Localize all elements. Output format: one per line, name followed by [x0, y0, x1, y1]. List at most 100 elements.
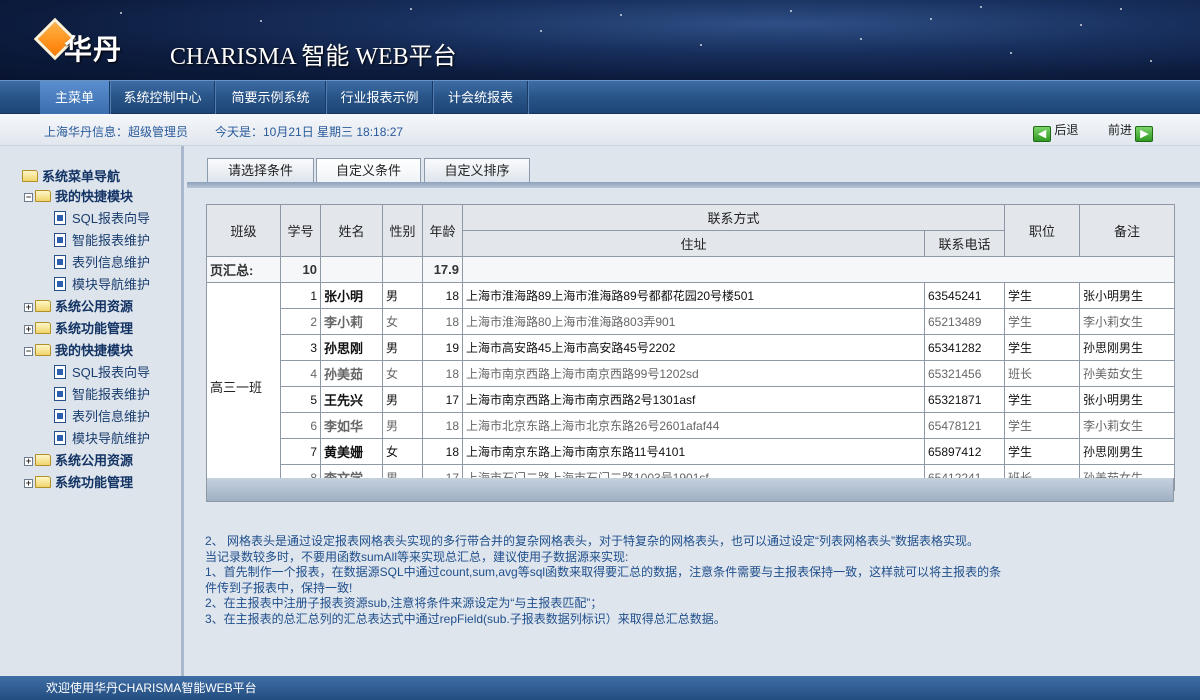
sidebar-item-label: 模块导航维护: [72, 277, 151, 292]
sidebar-item-group[interactable]: + 系统功能管理: [24, 319, 133, 339]
cell-age: 18: [422, 282, 463, 309]
cell-phone: 65213489: [923, 308, 1006, 335]
menu-item-industry-reports[interactable]: 行业报表示例: [327, 81, 433, 114]
menu-item-main[interactable]: 主菜单: [40, 81, 110, 114]
expand-icon[interactable]: +: [24, 479, 33, 488]
menu-item-accounting-reports[interactable]: 计会统报表: [434, 81, 528, 114]
summary-avg-age: 17.9: [422, 256, 463, 283]
cell-remark: 李小莉女生: [1079, 412, 1176, 439]
sidebar-item-group[interactable]: + 系统公用资源: [24, 451, 133, 471]
sidebar-item-label: 我的快捷模块: [55, 343, 134, 358]
note-line: 2、在主报表中注册子报表资源sub,注意将条件来源设定为“与主报表匹配”；: [205, 596, 603, 610]
document-icon: [54, 387, 66, 401]
cell-address: 上海市淮海路89上海市淮海路89号都都花园20号楼501: [462, 282, 925, 309]
sidebar-item-group[interactable]: − 我的快捷模块: [24, 341, 133, 361]
cell-address: 上海市高安路45上海市高安路45号2202: [462, 334, 925, 361]
document-icon: [54, 233, 66, 247]
tab-custom-sort[interactable]: 自定义排序: [424, 158, 530, 184]
table-row[interactable]: 高三一班 1 张小明男 18 上海市淮海路89上海市淮海路89号都都花园20号楼501 6…: [206, 282, 1176, 491]
table-row[interactable]: 5 王先兴男 17 上海市南京西路上海市南京西路2号1301asf 65321871 学生…: [207, 386, 1176, 413]
cell-name: 张小明: [320, 282, 383, 309]
header-student-no: 学号: [280, 204, 321, 257]
table-row[interactable]: 7 黄美姗女 18 上海市南京东路上海市南京东路11号4101 65897412 学生 孙思…: [207, 438, 1176, 465]
cell-position: 学生: [1004, 412, 1081, 439]
cell-position: 学生: [1004, 334, 1081, 361]
expand-icon[interactable]: +: [24, 325, 33, 334]
tab-select-condition[interactable]: 请选择条件: [207, 158, 314, 184]
sidebar-item-label: 模块导航维护: [72, 431, 151, 446]
cell-remark: 孙美茹女生: [1079, 360, 1176, 387]
sidebar-item-label: SQL报表向导: [72, 211, 151, 226]
header-phone: 联系电话: [923, 230, 1006, 257]
main-content: 请选择条件 自定义条件 自定义排序 班级 学号 姓名 性别 年龄 联系方式 职位…: [187, 146, 1200, 676]
expand-icon[interactable]: +: [24, 303, 33, 312]
cell-sex: 男: [382, 282, 423, 309]
sidebar-item-label: 智能报表维护: [72, 387, 151, 402]
table-row[interactable]: 3 孙思刚男 19 上海市高安路45上海市高安路45号2202 65341282 学生 孙思…: [207, 334, 1176, 361]
table-row[interactable]: 2 李小莉女 18 上海市淮海路80上海市淮海路803弄901 65213489 学生 李小…: [207, 308, 1176, 335]
document-icon: [54, 365, 66, 379]
summary-row: 页汇总: 10 17.9: [206, 256, 1176, 283]
sidebar-item-label: 系统功能管理: [55, 475, 134, 490]
sidebar-item-label: 系统公用资源: [55, 453, 134, 468]
class-cell: 高三一班: [206, 282, 281, 491]
sidebar-item-module[interactable]: SQL报表向导: [54, 209, 150, 229]
cell-remark: 张小明男生: [1079, 386, 1176, 413]
cell-sex: 女: [382, 360, 423, 387]
sidebar-item-module[interactable]: 模块导航维护: [54, 275, 150, 295]
cell-name: 王先兴: [320, 386, 383, 413]
collapse-icon[interactable]: −: [24, 347, 33, 356]
cell-phone: 63545241: [923, 282, 1006, 309]
collapse-icon[interactable]: −: [24, 193, 33, 202]
cell-sex: 男: [382, 334, 423, 361]
sidebar-item-label: SQL报表向导: [72, 365, 151, 380]
tab-custom-condition[interactable]: 自定义条件: [316, 158, 421, 185]
cell-phone: 65321871: [923, 386, 1006, 413]
cell-phone: 65341282: [923, 334, 1006, 361]
back-button[interactable]: ◀ 后退: [1033, 120, 1079, 142]
table-row[interactable]: 4 孙美茹女 18 上海市南京西路上海市南京西路99号1202sd 65321456 班长…: [207, 360, 1176, 387]
sidebar-item-group[interactable]: + 系统功能管理: [24, 473, 133, 493]
sidebar-nav-tree: 系统菜单导航 − 我的快捷模块 SQL报表向导 智能报表维护 表列信息维护 模块导航维护 +…: [0, 146, 184, 676]
cell-phone: 65321456: [923, 360, 1006, 387]
cell-sex: 女: [382, 308, 423, 335]
cell-student-no: 2: [280, 308, 321, 335]
sidebar-item-group[interactable]: + 系统公用资源: [24, 297, 133, 317]
cell-student-no: 7: [280, 438, 321, 465]
cell-age: 19: [422, 334, 463, 361]
header-remark: 备注: [1079, 204, 1176, 257]
current-user-label: 上海华丹信息：超级管理员: [44, 125, 189, 139]
document-icon: [54, 431, 66, 445]
sidebar-item-module[interactable]: 表列信息维护: [54, 407, 150, 427]
status-footer: 欢迎使用华丹CHARISMA智能WEB平台: [0, 676, 1200, 700]
cell-address: 上海市北京东路上海市北京东路26号2601afaf44: [462, 412, 925, 439]
sidebar-item-label: 表列信息维护: [72, 255, 151, 270]
sidebar-item-module[interactable]: SQL报表向导: [54, 363, 150, 383]
cell-age: 18: [422, 308, 463, 335]
sidebar-item-module[interactable]: 智能报表维护: [54, 231, 150, 251]
back-label: 后退: [1054, 123, 1079, 137]
sidebar-item-module[interactable]: 模块导航维护: [54, 429, 150, 449]
cell-name: 黄美姗: [320, 438, 383, 465]
cell-position: 学生: [1004, 438, 1081, 465]
menu-item-control-center[interactable]: 系统控制中心: [111, 81, 215, 114]
cell-remark: 李小莉女生: [1079, 308, 1176, 335]
tree-root[interactable]: 系统菜单导航: [22, 167, 120, 187]
cell-age: 18: [422, 438, 463, 465]
cell-name: 李小莉: [320, 308, 383, 335]
sidebar-item-group[interactable]: − 我的快捷模块: [24, 187, 133, 207]
menu-item-demo-system[interactable]: 简要示例系统: [216, 81, 326, 114]
table-row[interactable]: 6 李如华男 18 上海市北京东路上海市北京东路26号2601afaf44 654781…: [207, 412, 1176, 439]
folder-open-icon: [22, 170, 38, 182]
app-header: 华丹 CHARISMA 智能 WEB平台: [0, 0, 1200, 80]
sidebar-item-module[interactable]: 智能报表维护: [54, 385, 150, 405]
cell-age: 18: [422, 412, 463, 439]
forward-button[interactable]: 前进 ▶: [1108, 120, 1154, 142]
cell-address: 上海市南京西路上海市南京西路2号1301asf: [462, 386, 925, 413]
cell-sex: 女: [382, 438, 423, 465]
document-icon: [54, 255, 66, 269]
sidebar-item-module[interactable]: 表列信息维护: [54, 253, 150, 273]
note-line: 3、在主报表的总汇总列的汇总表达式中通过repField(sub.子报表数据列标…: [205, 611, 726, 626]
expand-icon[interactable]: +: [24, 457, 33, 466]
folder-icon: [35, 476, 51, 488]
